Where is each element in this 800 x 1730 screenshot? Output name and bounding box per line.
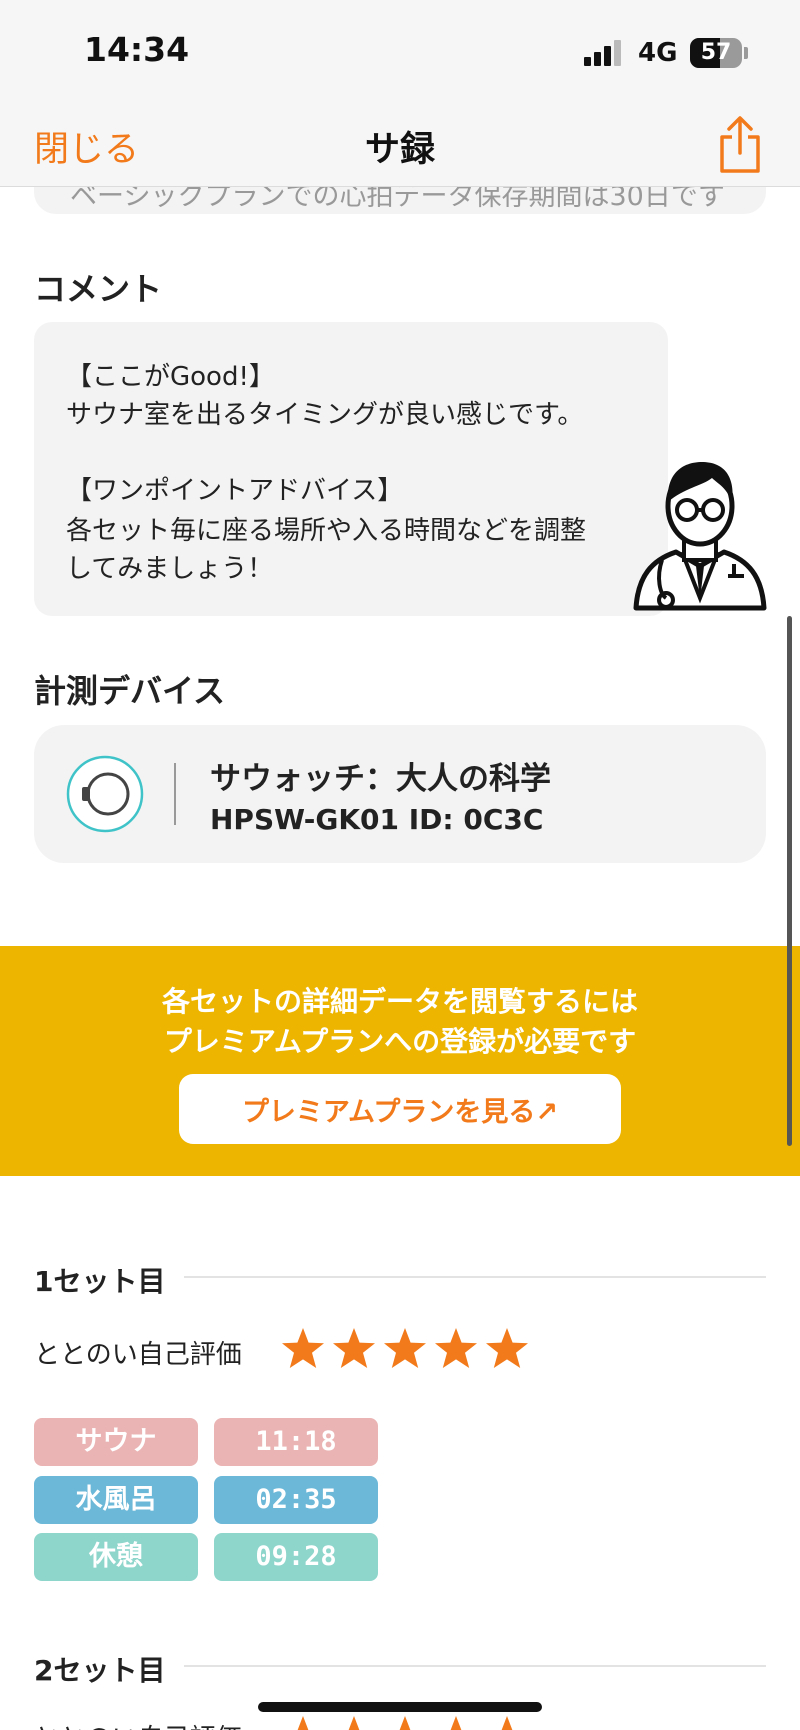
doctor-avatar-icon (633, 462, 767, 611)
star-icon (486, 1328, 528, 1368)
phase-time-rest: 09:28 (214, 1533, 378, 1581)
star-icon (384, 1328, 426, 1368)
page-title: サ録 (364, 130, 435, 170)
device-card: サウォッチ：大人の科学 HPSW-GK01 ID: 0C3C (34, 725, 766, 863)
watch-icon (66, 755, 144, 833)
share-button[interactable] (714, 113, 766, 177)
rating-stars (280, 1714, 540, 1730)
rating-stars (280, 1326, 540, 1372)
comment-line: してみましょう！ (66, 554, 274, 584)
device-name: サウォッチ：大人の科学 (210, 761, 551, 797)
phase-label-cold-bath: 水風呂 (34, 1476, 198, 1524)
premium-message: プレミアムプランへの登録が必要です (163, 1025, 637, 1058)
star-icon (399, 1716, 411, 1730)
divider (184, 1665, 766, 1667)
device-section-title: 計測デバイス (34, 672, 226, 710)
set-title: 2セット目 (34, 1654, 166, 1687)
view-premium-plan-button[interactable]: プレミアムプランを見る↗ (179, 1074, 621, 1144)
comment-line: 【ワンポイントアドバイス】 (66, 476, 404, 506)
battery-level: 57 (700, 40, 732, 65)
star-icon (348, 1716, 360, 1730)
battery-icon: 57 (690, 38, 742, 68)
premium-message: 各セットの詳細データを閲覧するには (161, 985, 638, 1018)
signal-icon (584, 40, 624, 66)
status-bar: 14:34 4G 57 (0, 0, 800, 105)
status-time: 14:34 (84, 30, 190, 69)
rating-label: ととのい自己評価 (34, 1718, 242, 1730)
share-icon (720, 116, 760, 173)
set-title: 1セット目 (34, 1265, 166, 1298)
scrollbar[interactable] (787, 616, 792, 1146)
comment-line: サウナ室を出るタイミングが良い感じです。 (66, 400, 584, 430)
divider (184, 1276, 766, 1278)
phase-time-sauna: 11:18 (214, 1418, 378, 1466)
premium-banner: 各セットの詳細データを閲覧するには プレミアムプランへの登録が必要です プレミア… (0, 946, 800, 1176)
comment-line: 各セット毎に座る場所や入る時間などを調整 (66, 516, 587, 546)
network-type: 4G (638, 38, 678, 68)
device-separator (174, 763, 176, 825)
home-indicator (258, 1702, 542, 1712)
device-model: HPSW-GK01 ID: 0C3C (210, 803, 544, 836)
rating-label: ととのい自己評価 (34, 1340, 242, 1370)
star-icon (450, 1716, 462, 1730)
comment-box: 【ここがGood!】 サウナ室を出るタイミングが良い感じです。 【ワンポイントア… (34, 322, 668, 616)
comment-line: 【ここがGood!】 (66, 362, 275, 392)
comment-section-title: コメント (34, 270, 163, 308)
phase-label-rest: 休憩 (34, 1533, 198, 1581)
star-icon (333, 1328, 375, 1368)
phase-time-cold-bath: 02:35 (214, 1476, 378, 1524)
star-icon (297, 1716, 309, 1730)
phase-label-sauna: サウナ (34, 1418, 198, 1466)
star-icon (501, 1716, 513, 1730)
star-icon (282, 1328, 324, 1368)
battery-tip (744, 47, 748, 59)
navigation-bar: 閉じる サ録 (0, 105, 800, 187)
star-icon (435, 1328, 477, 1368)
